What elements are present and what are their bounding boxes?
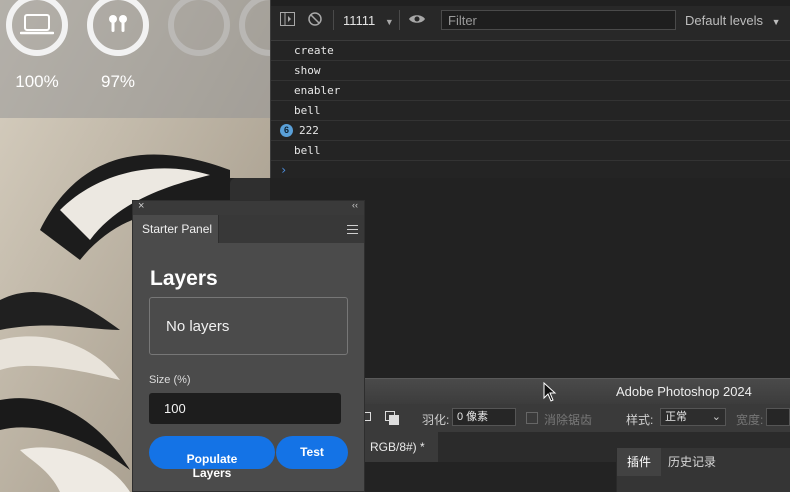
battery-percent: 100% [15,72,59,91]
console-message[interactable]: create [271,41,790,61]
battery-ring [6,0,68,56]
tab-history[interactable]: 历史记录 [658,448,726,476]
console-message[interactable]: bell [271,141,790,161]
chevron-down-icon: ▼ [384,17,394,27]
populate-layers-button[interactable]: Populate Layers [149,436,275,480]
options-bar: 羽化: 0 像素 消除锯齿 样式: 正常 ⌄ 宽度: [362,404,790,433]
console-message[interactable]: show [271,61,790,81]
width-label: 宽度: [736,413,764,427]
intersect-selection-icon[interactable] [385,411,399,425]
battery-ring [168,0,230,56]
battery-widget: 100% 97% [0,0,301,118]
collapse-icon[interactable]: ‹‹ [352,200,358,210]
devtools-top-strip [271,0,790,6]
battery-earbuds: 97% [86,0,150,92]
layers-empty-text: No layers [166,318,230,335]
toolbar-divider [399,10,400,30]
chevron-down-icon: ▼ [771,17,781,27]
tab-plugins[interactable]: 插件 [617,448,662,476]
document-tab[interactable]: RGB/8#) * [362,432,438,462]
mouse-cursor-icon [543,382,557,402]
width-input[interactable] [766,408,790,426]
console-log-list: create show enabler bell 6 222 bell › [271,41,790,179]
log-text: 222 [299,124,319,137]
console-message[interactable]: 6 222 [271,121,790,141]
log-text: bell [294,104,321,117]
hamburger-menu-icon[interactable] [347,222,358,237]
antialias-checkbox[interactable] [526,412,538,424]
tab-starter-panel[interactable]: Starter Panel [133,215,219,243]
battery-laptop: 100% [5,0,69,92]
antialias-label: 消除锯齿 [544,413,593,427]
log-text: show [294,64,321,77]
style-label: 样式: [626,413,654,427]
repeat-count-badge: 6 [280,124,293,137]
log-levels-dropdown[interactable]: Default levels ▼ [685,13,781,28]
laptop-icon [20,14,54,35]
close-icon[interactable]: × [138,200,144,212]
console-message[interactable]: enabler [271,81,790,101]
size-label: Size (%) [149,374,191,386]
photoshop-titlebar[interactable]: Adobe Photoshop 2024 [362,378,790,405]
test-button[interactable]: Test [276,436,348,469]
panel-tabbar: Starter Panel [133,215,364,243]
size-input[interactable]: 100 [149,393,341,424]
style-value: 正常 [665,411,687,423]
sidebar-toggle-icon[interactable] [279,12,295,28]
console-toolbar: 11111 ▼ Filter Default levels ▼ [271,0,790,41]
toolbar-divider [333,10,334,30]
console-prompt[interactable]: › [271,161,790,179]
chevron-down-icon: ⌄ [711,411,721,423]
log-text: create [294,44,334,57]
console-message[interactable]: bell [271,101,790,121]
eye-icon[interactable] [407,12,427,28]
log-text: bell [294,144,321,157]
style-select[interactable]: 正常 ⌄ [660,408,726,426]
earbuds-icon [109,15,127,32]
battery-ring [87,0,149,56]
layers-heading: Layers [150,267,218,290]
feather-input[interactable]: 0 像素 [452,408,516,426]
plugins-history-panel: 插件 历史记录 [616,448,790,492]
feather-label: 羽化: [422,413,450,427]
battery-percent: 97% [100,72,136,91]
panel-header: × ‹‹ [133,200,364,215]
context-label: 11111 [343,13,376,28]
app-title: Adobe Photoshop 2024 [616,384,752,399]
clear-console-icon[interactable] [307,12,323,28]
battery-empty-slot [167,0,231,56]
log-text: enabler [294,84,341,97]
layers-list: No layers [149,297,348,355]
filter-input[interactable]: Filter [441,10,676,30]
populate-layers-label: Populate Layers [186,452,238,480]
context-selector[interactable]: 11111 ▼ [343,13,394,28]
starter-panel: × ‹‹ Starter Panel Layers No layers Size… [132,200,365,492]
log-levels-label: Default levels [685,13,764,28]
